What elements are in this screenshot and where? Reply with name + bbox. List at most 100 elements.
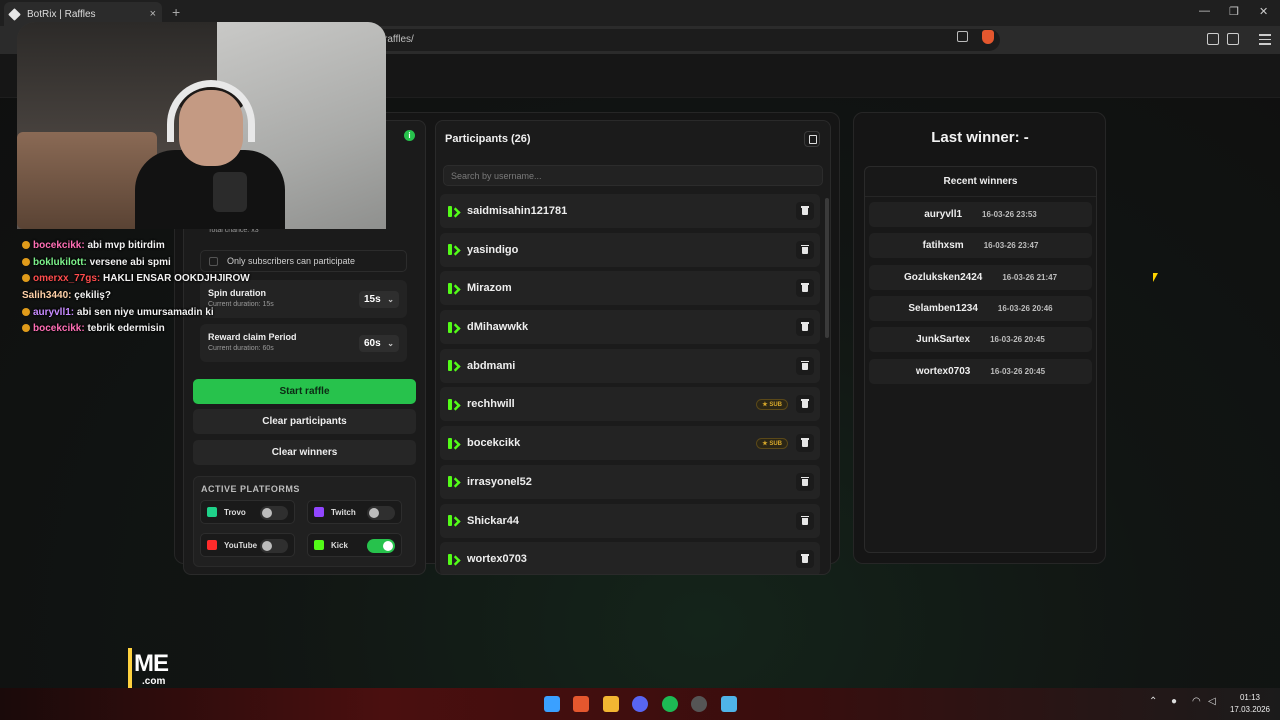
start-icon[interactable]: [544, 696, 560, 712]
delete-participant-icon[interactable]: [796, 279, 814, 298]
restore-icon[interactable]: ❐: [1229, 5, 1239, 18]
minimize-icon[interactable]: —: [1199, 5, 1210, 17]
delete-participant-icon[interactable]: [796, 395, 814, 414]
chat-message: Salih3440: çekiliş?: [22, 290, 252, 307]
notepad-icon[interactable]: [721, 696, 737, 712]
kick-toggle[interactable]: [367, 539, 395, 553]
system-clock[interactable]: 01:13 17.03.2026: [1226, 692, 1274, 716]
chat-username: Salih3440:: [22, 290, 72, 302]
menu-icon[interactable]: [1259, 34, 1271, 48]
twitch-icon: [314, 507, 324, 517]
chat-message: boklukilott: versene abi spmi: [22, 257, 252, 274]
obs-icon[interactable]: [691, 696, 707, 712]
chat-username: auryvll1:: [33, 306, 75, 318]
platform-label: Trovo: [224, 507, 246, 517]
delete-participant-icon[interactable]: [796, 550, 814, 569]
clear-participants-button[interactable]: Clear participants: [193, 409, 416, 434]
wallet-icon[interactable]: [1227, 33, 1239, 45]
kick-icon: [448, 476, 458, 488]
participant-row: irrasyonel52: [440, 464, 820, 499]
volume-icon[interactable]: ◁: [1208, 696, 1216, 707]
platform-youtube: YouTube: [200, 533, 295, 557]
window-close-icon[interactable]: ✕: [1259, 5, 1268, 18]
discord-icon[interactable]: [632, 696, 648, 712]
participants-title: Participants (26): [445, 133, 531, 145]
participant-row: saidmisahin121781: [440, 194, 820, 228]
brave-shields-icon[interactable]: [982, 30, 994, 44]
tab-title: BotRix | Raffles: [27, 8, 96, 20]
last-winner-title: Last winner: -: [931, 129, 1029, 146]
twitch-toggle[interactable]: [367, 506, 395, 520]
stream-chat-overlay: bocekcikk: abi mvp bitirdim boklukilott: …: [22, 240, 252, 340]
trovo-icon: [207, 507, 217, 517]
winner-row: fatihxsm 16-03-26 23:47: [869, 233, 1092, 259]
active-platforms-panel: ACTIVE PLATFORMS Trovo Twitch YouTube Ki…: [193, 476, 416, 567]
participant-scrollbar[interactable]: [825, 198, 829, 338]
participant-row: yasindigo: [440, 232, 820, 267]
delete-participant-icon[interactable]: [796, 240, 814, 259]
winner-name: JunkSartex: [916, 334, 971, 346]
spin-duration-select[interactable]: 15s ⌄: [359, 291, 399, 308]
active-platforms-heading: ACTIVE PLATFORMS: [201, 484, 300, 494]
close-tab-icon[interactable]: ×: [150, 8, 156, 20]
winner-name: Gozluksken2424: [903, 271, 983, 283]
badge-icon: [22, 324, 30, 333]
platform-twitch: Twitch: [307, 500, 402, 524]
channel-logo: ME .com: [128, 648, 178, 688]
share-icon[interactable]: [957, 31, 968, 42]
trovo-toggle[interactable]: [260, 506, 288, 520]
winner-date: 16-03-26 23:47: [983, 241, 1039, 251]
platform-kick: Kick: [307, 533, 402, 557]
winner-name: wortex0703: [915, 365, 971, 377]
microphone-icon[interactable]: ●: [1171, 696, 1177, 707]
new-tab-button[interactable]: +: [172, 4, 180, 20]
extensions-icon[interactable]: [1207, 33, 1219, 45]
participant-name: yasindigo: [467, 243, 519, 256]
windows-taskbar: ⌃ ● ◠ ◁ 01:13 17.03.2026: [0, 688, 1280, 720]
winner-date: 16-03-26 21:47: [1002, 272, 1058, 282]
chat-username: bocekcikk:: [33, 323, 85, 335]
youtube-toggle[interactable]: [260, 539, 288, 553]
winner-date: 16-03-26 20:45: [990, 335, 1045, 345]
divider: [865, 196, 1096, 197]
reward-claim-select[interactable]: 60s ⌄: [359, 335, 399, 352]
info-icon[interactable]: i: [404, 130, 415, 141]
start-raffle-button[interactable]: Start raffle: [193, 379, 416, 404]
chat-text: çekiliş?: [71, 290, 111, 302]
wifi-icon[interactable]: ◠: [1192, 696, 1201, 707]
platform-label: Kick: [331, 540, 348, 550]
participant-row: Shickar44: [440, 503, 820, 538]
chat-text: versene abi spmi: [86, 256, 171, 268]
delete-participant-icon[interactable]: [796, 511, 814, 530]
chat-message: auryvll1: abi sen niye umursamadin ki: [22, 307, 252, 324]
participant-name: Shickar44: [467, 514, 519, 527]
delete-participant-icon[interactable]: [796, 202, 814, 220]
clear-winners-button[interactable]: Clear winners: [193, 440, 416, 465]
file-explorer-icon[interactable]: [603, 696, 619, 712]
badge-icon: [22, 274, 30, 283]
participant-name: abdmami: [467, 359, 516, 372]
delete-participant-icon[interactable]: [796, 318, 814, 337]
spotify-icon[interactable]: [662, 696, 678, 712]
winner-date: 16-03-26 20:45: [990, 366, 1046, 376]
kick-icon: [448, 205, 458, 217]
delete-participant-icon[interactable]: [796, 434, 814, 453]
participant-search-input[interactable]: [443, 165, 823, 186]
participant-row: Mirazom: [440, 271, 820, 306]
copy-icon[interactable]: [804, 131, 820, 147]
participant-name: wortex0703: [467, 553, 527, 566]
kick-icon: [448, 360, 458, 372]
chat-message: omerxx_77gs: HAKLI ENSAR OOKDJHJIROW: [22, 273, 252, 290]
chevron-up-icon[interactable]: ⌃: [1149, 696, 1157, 707]
platform-label: YouTube: [224, 540, 258, 550]
brave-icon[interactable]: [573, 696, 589, 712]
participant-row: wortex0703: [440, 542, 820, 574]
kick-icon: [448, 553, 458, 565]
delete-participant-icon[interactable]: [796, 472, 814, 491]
chat-text: abi sen niye umursamadin ki: [74, 306, 214, 318]
winner-row: JunkSartex 16-03-26 20:45: [869, 327, 1092, 353]
delete-participant-icon[interactable]: [796, 356, 814, 375]
winner-row: wortex0703 16-03-26 20:45: [869, 358, 1092, 384]
sub-badge: ★ SUB: [756, 437, 788, 449]
participant-name: saidmisahin121781: [467, 205, 568, 217]
